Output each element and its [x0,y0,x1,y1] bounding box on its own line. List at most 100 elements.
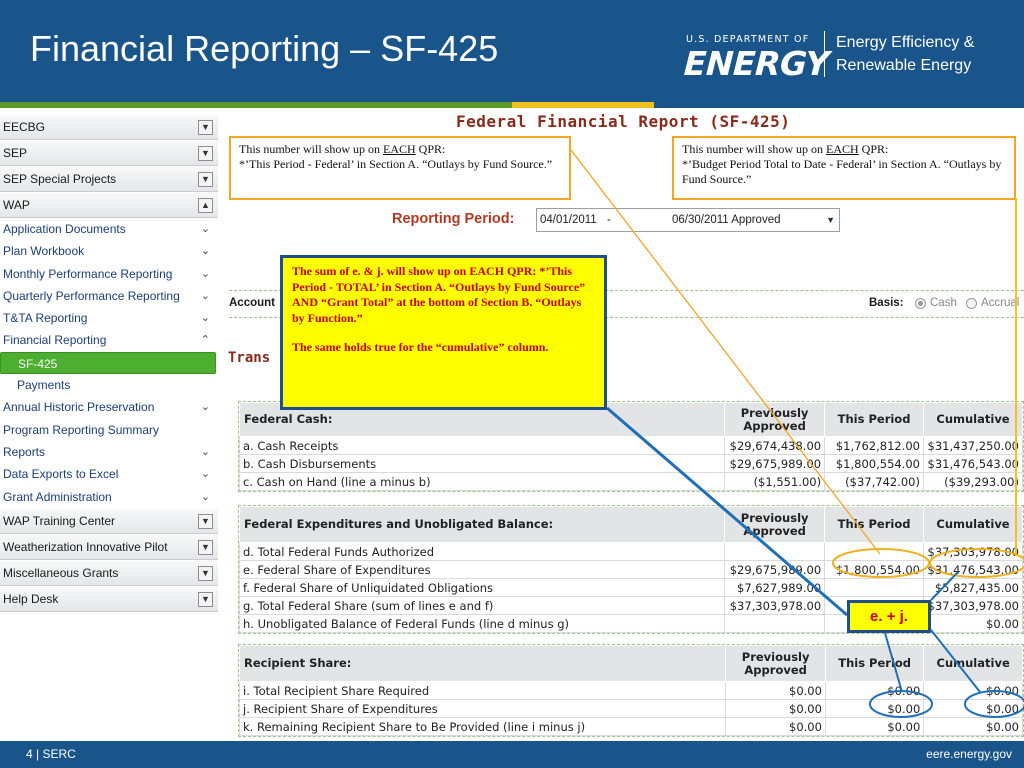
sidebar-item-tta-reporting[interactable]: T&TA Reporting ⌄ [0,307,218,330]
chevron-down-icon[interactable]: ▼ [198,146,213,161]
basis-radio-accrual-label: Accrual [981,297,1020,309]
sidebar-item-label: Program Reporting Summary [3,422,160,437]
cell-value: $29,674,438.00 [724,436,826,455]
slide-title: Financial Reporting – SF-425 [30,28,499,69]
cell-value: $0.00 [824,717,925,736]
sidebar-item-label: Application Documents [3,222,126,236]
sidebar-nav: EECBG ▼ SEP ▼ SEP Special Projects ▼ WAP… [0,114,218,612]
sidebar-item-payments[interactable]: Payments [0,374,218,397]
sidebar-group-misc-grants[interactable]: Miscellaneous Grants ▼ [0,559,218,586]
dropdown-arrow-icon[interactable]: ▼ [826,209,835,231]
chevron-down-icon[interactable]: ▼ [198,172,213,187]
sidebar-group-wap[interactable]: WAP ▲ [0,192,218,218]
sidebar-item-grant-administration[interactable]: Grant Administration ⌄ [0,485,218,508]
chevron-down-icon[interactable]: ▼ [198,539,213,555]
chevron-down-icon[interactable]: ⌄ [201,240,210,262]
basis-radio-accrual[interactable] [966,298,977,309]
cell-value: $7,627,989.00 [724,578,826,597]
sidebar-item-label: T&TA Reporting [3,311,88,326]
sidebar-item-label: Payments [17,378,71,393]
chevron-down-icon[interactable]: ▼ [198,513,213,529]
chevron-down-icon[interactable]: ⌄ [201,218,210,240]
reporting-period-label: Reporting Period: [392,211,515,227]
color-stripe-yellow [512,102,654,108]
note-text: This number will show up on [682,142,826,156]
chevron-down-icon[interactable]: ⌄ [201,396,210,418]
sidebar-item-label: SF-425 [18,356,58,371]
chevron-up-icon[interactable]: ▲ [198,198,213,213]
column-header: This Period [824,506,924,543]
sidebar-item-application-documents[interactable]: Application Documents ⌄ [0,218,218,241]
cell-value: $0.00 [923,681,1023,700]
cell-value: $31,476,543.00 [922,560,1024,579]
callout-e-plus-j: e. + j. [847,600,931,633]
sidebar-item-label: Monthly Performance Reporting [3,266,173,281]
annotation-note-this-period: This number will show up on EACH QPR: *’… [229,136,571,200]
sidebar-group-weatherization-pilot[interactable]: Weatherization Innovative Pilot ▼ [0,533,218,560]
cell-value: $1,800,554.00 [824,454,924,473]
cell-value: $29,675,989.00 [724,560,826,579]
chevron-down-icon[interactable]: ▼ [198,565,213,581]
table-row: f. Federal Share of Unliquidated Obligat… [238,578,1024,597]
column-header: This Period [824,645,925,682]
column-header: Previously Approved [724,506,826,543]
color-stripe-blue [654,102,1024,108]
row-label: e. Federal Share of Expenditures [238,560,726,579]
cell-value [724,542,826,561]
row-label: k. Remaining Recipient Share to Be Provi… [238,717,727,736]
cell-value: $0.00 [725,699,826,718]
sidebar-group-label: SEP Special Projects [3,172,117,186]
cell-value: $37,303,978.00 [922,596,1024,615]
reporting-period-select[interactable]: 04/01/2011 - 06/30/2011 Approved ▼ [536,208,840,232]
sidebar-group-label: WAP [3,198,30,212]
row-label: b. Cash Disbursements [238,454,726,473]
sidebar-group-help-desk[interactable]: Help Desk ▼ [0,585,218,612]
column-header: Cumulative [922,506,1024,543]
sidebar-group-label: Miscellaneous Grants [3,565,119,580]
sidebar-item-program-reporting-summary[interactable]: Program Reporting Summary [0,418,218,441]
chevron-down-icon[interactable]: ▼ [198,591,213,607]
chevron-down-icon[interactable]: ⌄ [201,441,210,463]
chevron-up-icon[interactable]: ⌃ [201,329,210,351]
chevron-down-icon[interactable]: ⌄ [201,463,210,485]
cell-value: $5,827,435.00 [922,578,1024,597]
sidebar-group-wap-training[interactable]: WAP Training Center ▼ [0,507,218,534]
note-text: *’This Period - Federal’ in Section A. “… [239,157,553,171]
chevron-down-icon[interactable]: ▼ [198,120,213,135]
sidebar-group-sep-special[interactable]: SEP Special Projects ▼ [0,166,218,192]
cell-value [824,578,924,597]
sidebar-item-label: Plan Workbook [3,244,85,259]
sidebar-group-label: Help Desk [3,591,59,606]
sidebar-group-label: WAP Training Center [3,513,116,528]
chevron-down-icon[interactable]: ⌄ [201,263,210,285]
sidebar-item-data-exports[interactable]: Data Exports to Excel ⌄ [0,463,218,486]
sidebar-group-sep[interactable]: SEP ▼ [0,140,218,166]
column-header: Cumulative [923,402,1023,437]
sidebar-item-reports[interactable]: Reports ⌄ [0,440,218,464]
sidebar-item-annual-historic-preservation[interactable]: Annual Historic Preservation ⌄ [0,396,218,419]
sidebar-item-monthly-performance[interactable]: Monthly Performance Reporting ⌄ [0,262,218,285]
chevron-down-icon[interactable]: ⌄ [201,307,210,329]
table-row: c. Cash on Hand (line a minus b) ($1,551… [238,472,1023,491]
column-header: This Period [824,402,924,437]
table-row: j. Recipient Share of Expenditures $0.00… [238,699,1023,718]
sidebar-item-financial-reporting[interactable]: Financial Reporting ⌃ [0,329,218,352]
table-header-row: Federal Expenditures and Unobligated Bal… [238,506,1024,543]
basis-radio-cash[interactable] [915,298,926,309]
note-text: *’Budget Period Total to Date - Federal’… [682,157,1002,186]
cell-value: $37,303,978.00 [724,596,826,615]
chevron-down-icon[interactable]: ⌄ [201,486,210,508]
sidebar-item-quarterly-performance[interactable]: Quarterly Performance Reporting ⌄ [0,284,218,308]
callout-text-1: The sum of e. & j. will show up on EACH … [292,264,586,325]
row-label: f. Federal Share of Unliquidated Obligat… [238,578,726,597]
row-label: d. Total Federal Funds Authorized [238,542,726,561]
sidebar-item-sf-425[interactable]: SF-425 [0,351,216,375]
column-header: Recipient Share: [238,645,727,682]
transactions-heading: Trans [228,350,271,366]
sidebar-item-plan-workbook[interactable]: Plan Workbook ⌄ [0,240,218,263]
logo-divider [824,31,825,77]
cell-value: $0.00 [725,681,826,700]
chevron-down-icon[interactable]: ⌄ [201,285,210,307]
sidebar-group-eecbg[interactable]: EECBG ▼ [0,114,218,140]
federal-cash-table: Federal Cash: Previously Approved This P… [238,401,1024,492]
